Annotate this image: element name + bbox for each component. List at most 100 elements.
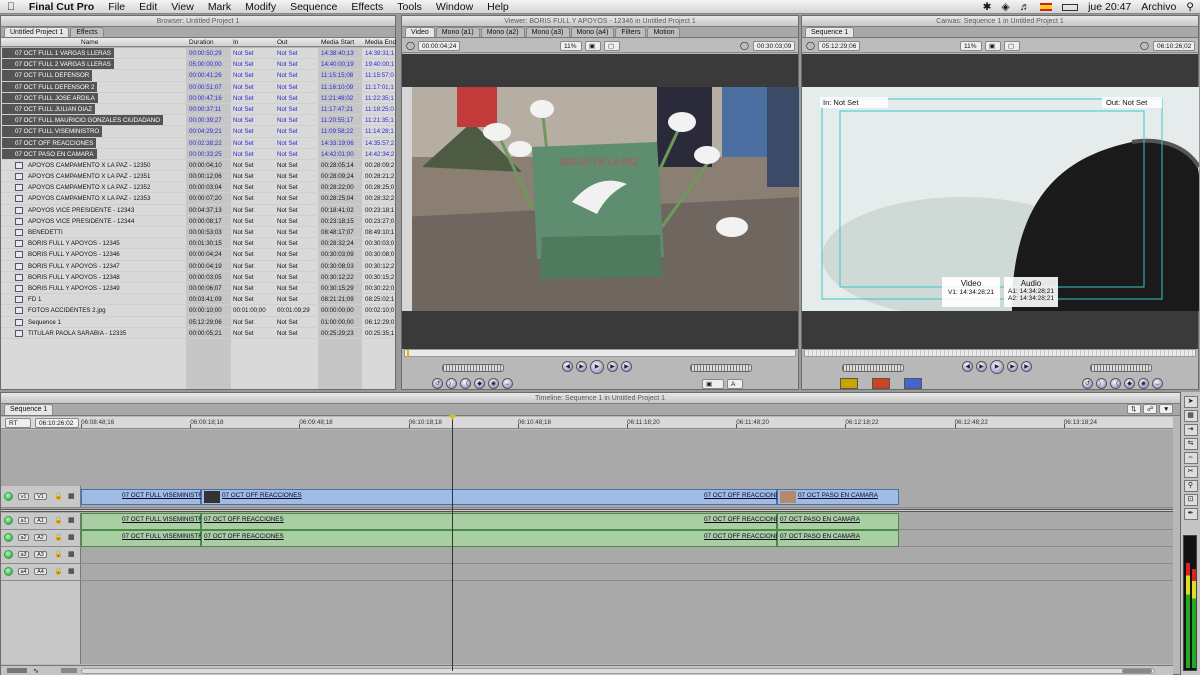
v1-source-patch[interactable]: v1 [18,493,29,500]
col-in[interactable]: In [233,39,238,46]
browser-row[interactable]: 07 OCT FULL 1 VARGAS LLERAS 00:00:50;29 No… [1,48,395,60]
viewer-jog[interactable] [690,360,752,375]
v1-visibility-toggle[interactable] [4,492,13,501]
a4-autoselect-icon[interactable]: ▦ [68,567,75,575]
match-frame-button[interactable]: ↺ [432,378,443,389]
clip-a1-reacciones[interactable]: 07 OCT OFF REACCIONES 07 OCT OFF REACCIO… [201,513,784,530]
menu-mark[interactable]: Mark [201,1,238,13]
browser-row[interactable]: APOYOS CAMPAMENTO X LA PAZ - 12350 00:00:… [1,160,395,172]
pen-tool[interactable]: ✒ [1183,508,1198,520]
viewer-shuttle[interactable] [442,360,504,375]
clip-a1-paso[interactable]: 07 OCT PASO EN CAMARA [777,513,899,530]
ripple-tool[interactable]: ⇆ [1183,438,1198,450]
play-in-out-button[interactable]: ▶ [576,361,587,372]
flag-icon[interactable] [1040,3,1053,11]
browser-row[interactable]: 07 OCT FULL DEFENSOR 00:00:41;26 Not Set No… [1,70,395,82]
canvas-mark-out-button[interactable]: 〈 [1110,378,1121,389]
menu-modify[interactable]: Modify [238,1,283,13]
track-height-control[interactable] [7,668,27,673]
overwrite-edit-button[interactable] [872,378,890,389]
viewer-scrubber[interactable] [404,349,796,357]
zoom-tool[interactable]: ⚲ [1183,480,1198,492]
canvas-video-frame[interactable]: In: Not Set Out: Not Set Video V1: 14:34… [802,87,1199,311]
crop-tool[interactable]: ⊡ [1183,494,1198,506]
a4-lock-icon[interactable]: 🔒 [54,567,63,575]
clip-a2-viseministro[interactable]: 07 OCT FULL VISEMINISTRO [81,530,208,547]
clip-v1-reacciones[interactable]: 07 OCT OFF REACCIONES 07 OCT OFF REACCIO… [201,489,784,505]
a4-source-patch[interactable]: a4 [18,568,29,575]
col-out[interactable]: Out [277,39,287,46]
browser-row[interactable]: 07 OCT FULL JULIAN DIAZ 00:00:37;11 Not Se… [1,103,395,116]
clip-a1-viseministro[interactable]: 07 OCT FULL VISEMINISTRO [81,513,208,530]
a3-dest-patch[interactable]: A3 [34,551,47,558]
canvas-current-tc[interactable]: 06:10:26;02 [1153,41,1196,51]
volume-icon[interactable]: ♬ [1020,1,1031,13]
a1-autoselect-icon[interactable]: ▦ [68,516,75,524]
recent-clips-popup[interactable]: ▣ [702,378,724,389]
a2-dest-patch[interactable]: A2 [34,534,47,541]
canvas-mark-in-button[interactable]: 〉 [1096,378,1107,389]
snapping-button[interactable]: ⇅ [1127,404,1141,414]
mark-in-button[interactable]: 〉 [446,378,457,389]
linking-button[interactable]: ☍ [1143,404,1157,414]
tab-mono-a3[interactable]: Mono (a3) [525,27,570,37]
next-edit-button[interactable]: ▶ [621,361,632,372]
apple-icon[interactable]:  [0,1,22,13]
canvas-current-dial-icon[interactable]: ◯ [1140,41,1149,50]
play-around-button[interactable]: ▶ [607,361,618,372]
a4-dest-patch[interactable]: A4 [34,568,47,575]
timeline-scrollbar[interactable] [81,668,1155,674]
browser-row[interactable]: APOYOS CAMPAMENTO X LA PAZ - 12352 00:00:… [1,182,395,194]
browser-row[interactable]: BORIS FULL Y APOYOS - 12349 00:00:06;07 No… [1,283,395,295]
v1-dest-patch[interactable]: V1 [34,493,47,500]
a2-source-patch[interactable]: a2 [18,534,29,541]
prev-edit-button[interactable]: ◀ [562,361,573,372]
browser-row[interactable]: 07 OCT FULL VISEMINISTRO 00:04:29;21 Not S… [1,126,395,138]
tab-effects[interactable]: Effects [70,27,104,37]
canvas-next-edit-button[interactable]: ▶ [1021,361,1032,372]
clip-a2-reacciones[interactable]: 07 OCT OFF REACCIONES 07 OCT OFF REACCIO… [201,530,784,547]
clip-overlays-icon[interactable]: ∿ [33,667,39,675]
menu-effects[interactable]: Effects [344,1,390,13]
canvas-duration-tc[interactable]: 05:12:29;06 [818,41,861,51]
tab-motion[interactable]: Motion [647,27,681,37]
a3-autoselect-icon[interactable]: ▦ [68,550,75,558]
canvas-overlay-popup[interactable]: ▢ [1004,41,1020,51]
battery-icon[interactable] [1062,3,1079,11]
viewer-zoom[interactable]: 11% [560,41,582,51]
duration-dial-icon[interactable]: ◯ [406,41,415,50]
tab-mono-a1[interactable]: Mono (a1) [435,27,480,37]
canvas-prev-edit-button[interactable]: ◀ [962,361,973,372]
viewer-overlay-popup[interactable]: ▢ [604,41,620,51]
archivo-menu[interactable]: Archivo [1141,1,1176,13]
add-marker-button[interactable]: ◉ [488,378,499,389]
insert-edit-button[interactable] [840,378,858,389]
track-forward-tool[interactable]: ⇥ [1183,424,1198,436]
tab-project[interactable]: Untitled Project 1 [4,27,70,37]
canvas-mark-clip-button[interactable]: ↔ [1152,378,1163,389]
current-dial-icon[interactable]: ◯ [740,41,749,50]
mark-clip-button[interactable]: ↔ [502,378,513,389]
browser-row[interactable]: 07 OCT FULL DEFENSOR 2 00:00:51;07 Not Set… [1,81,395,93]
play-button[interactable]: ▶ [590,359,604,374]
selection-tool[interactable]: ➤ [1183,396,1198,408]
canvas-zoom[interactable]: 11% [960,41,982,51]
canvas-play-button[interactable]: ▶ [990,359,1004,374]
razor-tool[interactable]: ✂ [1183,466,1198,478]
canvas-marker-button[interactable]: ◉ [1138,378,1149,389]
tab-filters[interactable]: Filters [615,27,647,37]
v1-lock-icon[interactable]: 🔒 [54,492,63,500]
zoom-slider[interactable] [61,668,77,673]
canvas-match-frame-button[interactable]: ↺ [1082,378,1093,389]
a3-audible-toggle[interactable] [4,550,13,559]
viewer-duration-tc[interactable]: 00:00:04;24 [418,41,461,51]
canvas-duration-dial-icon[interactable]: ◯ [806,41,815,50]
marker-button[interactable]: ▼ [1159,404,1173,414]
a2-audible-toggle[interactable] [4,533,13,542]
canvas-scrubber[interactable] [804,349,1196,357]
browser-row[interactable]: BORIS FULL Y APOYOS - 12346 00:00:04;24 No… [1,249,395,261]
a3-lock-icon[interactable]: 🔒 [54,550,63,558]
app-menu[interactable]: Final Cut Pro [22,1,101,13]
browser-row[interactable]: BORIS FULL Y APOYOS - 12347 00:00:04;19 No… [1,261,395,272]
col-duration[interactable]: Duration [189,39,214,46]
